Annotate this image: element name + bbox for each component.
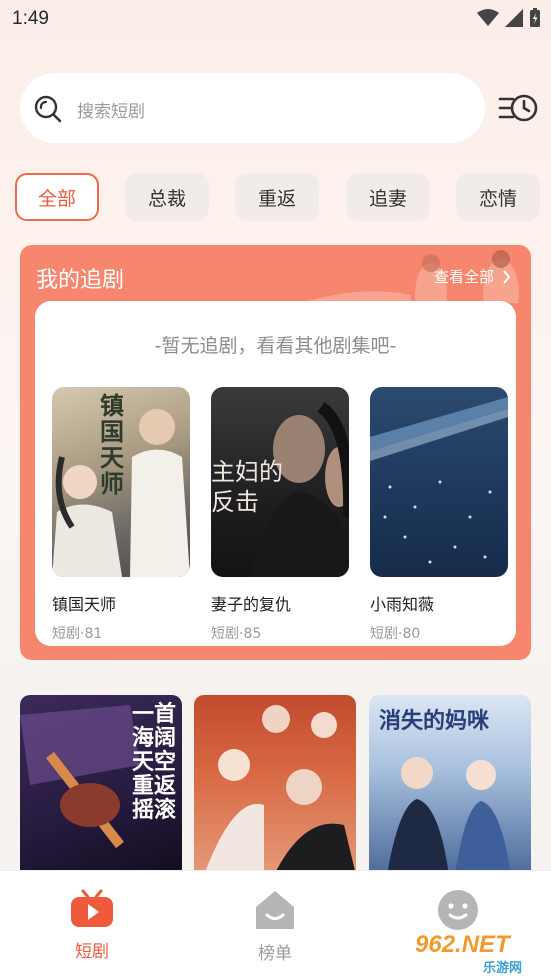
category-tab-chase-wife[interactable]: 追妻 (346, 173, 430, 221)
follow-title: 我的追剧 (36, 268, 125, 293)
tv-icon (71, 889, 113, 927)
nav-label: 短剧 (75, 942, 109, 962)
watermark-subtext: 乐游网 (483, 961, 523, 976)
empty-state-text: -暂无追剧，看看其他剧集吧- (154, 335, 397, 357)
category-tabs: 全部 总裁 重返 追妻 恋情 (15, 173, 551, 221)
poster-title: 消失的妈咪 (379, 709, 490, 734)
recommend-item[interactable]: 镇国天师 镇国天师 短剧·81 (52, 387, 190, 643)
poster-title: 一首海阔天空 重返摇滚 (132, 702, 177, 823)
poster-title: 主妇的反击 (211, 458, 283, 516)
drama-card[interactable] (194, 695, 356, 875)
drama-card[interactable]: 一首海阔天空 重返摇滚 (20, 695, 182, 875)
drama-card[interactable]: 消失的妈咪 (369, 695, 531, 875)
view-all-label: 查看全部 (433, 268, 494, 286)
signal-icon (505, 9, 523, 27)
search-placeholder: 搜索短剧 (77, 102, 145, 122)
drama-episodes: 短剧·80 (370, 626, 421, 642)
poster-art (204, 705, 356, 875)
status-bar: 1:49 (0, 0, 551, 40)
category-tab-romance[interactable]: 恋情 (456, 173, 540, 221)
category-tab-all[interactable]: 全部 (15, 173, 99, 221)
poster-title: 镇国天师 (100, 391, 124, 498)
drama-name: 镇国天师 (52, 595, 117, 614)
recommend-item[interactable]: 小雨知薇 短剧·80 (370, 387, 508, 643)
category-tab-ceo[interactable]: 总裁 (125, 173, 209, 221)
my-follow-card: 我的追剧 查看全部 -暂无追剧，看看其他剧集吧- 镇国天师 镇国天师 短剧·81 (20, 245, 531, 660)
watermark-text: 962.NET (415, 931, 510, 958)
nav-item-ranking[interactable]: 榜单 (215, 889, 335, 964)
bottom-nav: 短剧 榜单 962.NET 乐游网 (0, 870, 551, 979)
view-all-link[interactable]: 查看全部 (434, 266, 511, 287)
drama-episodes: 短剧·81 (52, 626, 103, 642)
wifi-icon (477, 9, 499, 26)
home-smile-icon (256, 891, 294, 929)
search-row: 搜索短剧 (20, 73, 540, 143)
face-icon (438, 890, 478, 930)
follow-content: -暂无追剧，看看其他剧集吧- 镇国天师 镇国天师 短剧·81 主妇的反击 妻子的… (35, 301, 516, 646)
recommend-item[interactable]: 主妇的反击 妻子的复仇 短剧·85 (211, 387, 349, 643)
category-tab-return[interactable]: 重返 (235, 173, 319, 221)
nav-label: 榜单 (258, 944, 292, 964)
poster-image (370, 387, 508, 577)
drama-name: 小雨知薇 (370, 595, 435, 614)
nav-item-drama[interactable]: 短剧 (32, 889, 152, 962)
drama-name: 妻子的复仇 (211, 595, 292, 614)
search-input[interactable]: 搜索短剧 (20, 73, 485, 143)
poster-art (370, 397, 508, 564)
status-time: 1:49 (12, 8, 49, 29)
poster-image: 镇国天师 (52, 387, 190, 577)
drama-episodes: 短剧·85 (211, 626, 262, 642)
chevron-right-icon (503, 269, 511, 284)
battery-icon (530, 8, 540, 27)
history-icon[interactable] (498, 90, 538, 126)
status-icons (477, 8, 541, 28)
watermark-logo: 962.NET 乐游网 (403, 931, 543, 976)
poster-image: 主妇的反击 (211, 387, 349, 577)
search-icon (34, 95, 62, 123)
